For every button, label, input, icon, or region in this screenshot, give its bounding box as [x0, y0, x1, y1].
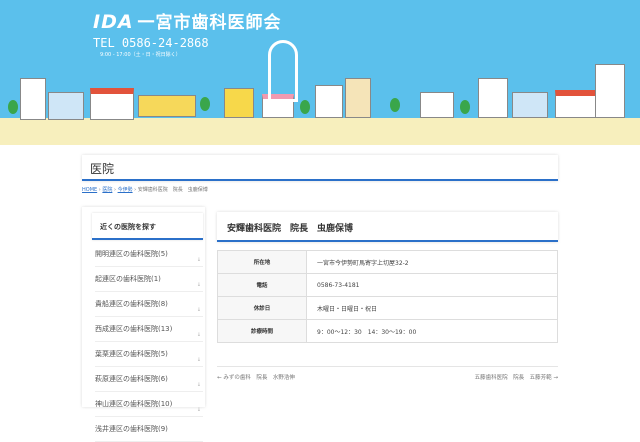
table-row: 電話 0586-73-4181: [217, 273, 558, 297]
building-illustration: [478, 78, 508, 118]
building-illustration: [20, 78, 46, 120]
sidebar-item[interactable]: 浅井連区の歯科医院(9): [95, 417, 203, 442]
building-illustration: [512, 92, 548, 118]
row-value: 0586-73-4181: [306, 273, 558, 297]
table-row: 診療時間 9：00〜12：30 14：30〜19：00: [217, 319, 558, 343]
tree-illustration: [200, 97, 210, 111]
row-label: 休診日: [217, 296, 307, 320]
phone-number: TEL 0586-24-2868: [93, 36, 209, 50]
house-illustration: [90, 88, 134, 120]
site-name: 一宮市歯科医師会: [137, 13, 282, 33]
sidebar-item[interactable]: 神山連区の歯科医院(10) ↓: [95, 392, 203, 417]
sidebar-item[interactable]: 起連区の歯科医院(1) ↓: [95, 267, 203, 292]
arrow-icon: ↓: [196, 257, 201, 263]
tree-illustration: [300, 100, 310, 114]
arrow-icon: ↓: [196, 282, 201, 288]
breadcrumb-separator: ›: [98, 187, 101, 193]
divider: [217, 366, 558, 367]
row-label: 診療時間: [217, 319, 307, 343]
prev-post-link[interactable]: ← みずの歯科 院長 水野浩伸: [217, 373, 295, 381]
article-title: 安輝歯科医院 院長 虫鹿保博: [217, 212, 558, 242]
row-label: 所在地: [217, 250, 307, 274]
breadcrumb-current: 安輝歯科医院 院長 虫鹿保博: [137, 187, 208, 193]
row-value: 9：00〜12：30 14：30〜19：00: [306, 319, 558, 343]
tree-illustration: [8, 100, 18, 114]
building-illustration: [315, 85, 343, 118]
building-illustration: [420, 92, 454, 118]
arrow-icon: ↓: [196, 407, 201, 413]
arrow-icon: ↓: [196, 382, 201, 388]
breadcrumb-home[interactable]: HOME: [82, 187, 97, 193]
arrow-icon: ↓: [196, 307, 201, 313]
site-logo[interactable]: IDA 一宮市歯科医師会: [93, 8, 282, 33]
breadcrumb-area[interactable]: 今伊勢: [118, 187, 133, 193]
tower-illustration: [268, 40, 298, 102]
site-header: IDA 一宮市歯科医師会 TEL 0586-24-2868 9:00 - 17:0…: [0, 0, 640, 145]
arrow-icon: ↓: [196, 332, 201, 338]
page-title: 医院: [82, 155, 558, 181]
row-value: 木曜日・日曜日・祝日: [306, 296, 558, 320]
tree-illustration: [460, 100, 470, 114]
sidebar: 近くの医院を探す 開明連区の歯科医院(5) ↓ 起連区の歯科医院(1) ↓ 貴船連区…: [82, 207, 205, 442]
arrow-icon: ↓: [196, 357, 201, 363]
breadcrumb-clinics[interactable]: 医院: [102, 187, 112, 193]
table-row: 所在地 一宮市今伊勢町馬寄字上切屋32-2: [217, 250, 558, 274]
sidebar-item[interactable]: 萩原連区の歯科医院(6) ↓: [95, 367, 203, 392]
sidebar-item[interactable]: 貴船連区の歯科医院(8) ↓: [95, 292, 203, 317]
breadcrumb-separator: ›: [134, 187, 137, 193]
breadcrumb: HOME › 医院 › 今伊勢 › 安輝歯科医院 院長 虫鹿保博: [82, 186, 208, 193]
clinic-info-table: 所在地 一宮市今伊勢町馬寄字上切屋32-2 電話 0586-73-4181 休診日木…: [217, 250, 558, 343]
table-row: 休診日 木曜日・日曜日・祝日: [217, 296, 558, 320]
breadcrumb-separator: ›: [113, 187, 116, 193]
sidebar-item[interactable]: 西成連区の歯科医院(13) ↓: [95, 317, 203, 342]
row-value: 一宮市今伊勢町馬寄字上切屋32-2: [306, 250, 558, 274]
tree-illustration: [390, 98, 400, 112]
house-illustration: [224, 88, 254, 118]
row-label: 電話: [217, 273, 307, 297]
office-hours: 9:00 - 17:00（土・日・祝日除く）: [100, 52, 181, 58]
sidebar-item[interactable]: 開明連区の歯科医院(5) ↓: [95, 242, 203, 267]
sidebar-heading: 近くの医院を探す: [92, 213, 203, 240]
ground-illustration: [0, 118, 640, 145]
next-post-link[interactable]: 五藤歯科医院 院長 五藤芳範 →: [475, 373, 558, 381]
logo-mark: IDA: [93, 11, 134, 33]
clocktower-illustration: [345, 78, 371, 118]
sidebar-item[interactable]: 葉栗連区の歯科医院(5) ↓: [95, 342, 203, 367]
building-illustration: [48, 92, 84, 120]
train-illustration: [138, 95, 196, 117]
building-illustration: [595, 64, 625, 118]
